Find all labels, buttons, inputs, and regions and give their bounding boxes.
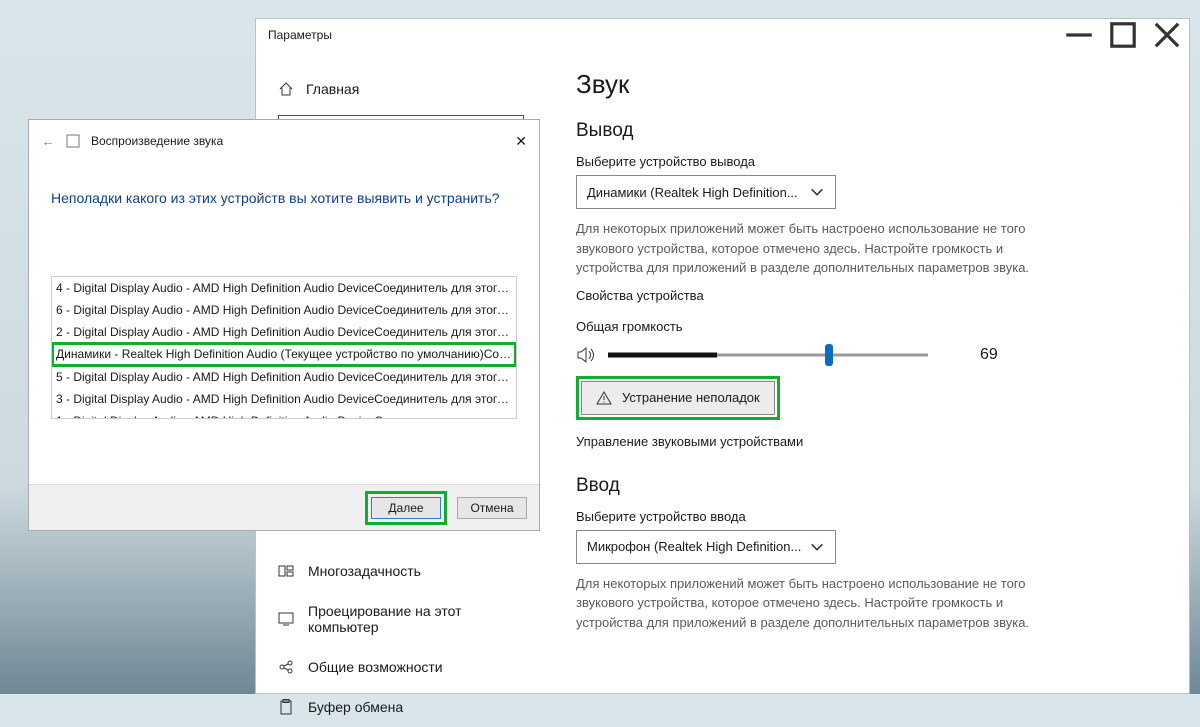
volume-value: 69 <box>980 346 998 364</box>
cancel-button[interactable]: Отмена <box>457 497 527 519</box>
titlebar: Параметры <box>256 19 1189 51</box>
audio-troubleshoot-icon <box>65 133 81 149</box>
close-button[interactable] <box>1145 19 1189 51</box>
back-button[interactable]: ← <box>41 133 55 149</box>
warning-icon <box>596 390 612 406</box>
speaker-icon[interactable] <box>576 345 596 365</box>
slider-thumb[interactable] <box>825 344 833 366</box>
manage-devices-link[interactable]: Управление звуковыми устройствами <box>576 434 1169 449</box>
home-icon <box>278 81 294 97</box>
nav-label: Проецирование на этот компьютер <box>308 603 524 635</box>
input-device-label: Выберите устройство ввода <box>576 509 1169 524</box>
project-icon <box>278 611 294 627</box>
shared-icon <box>278 659 294 675</box>
device-row-selected[interactable]: Динамики - Realtek High Definition Audio… <box>51 342 517 367</box>
sidebar-item-multitask[interactable]: Многозадачность <box>256 551 546 591</box>
next-button-highlight: Далее <box>365 491 447 525</box>
output-desc: Для некоторых приложений может быть наст… <box>576 219 1036 278</box>
multitask-icon <box>278 563 294 579</box>
sidebar-item-project[interactable]: Проецирование на этот компьютер <box>256 591 546 647</box>
window-title: Параметры <box>268 28 332 42</box>
nav-label: Многозадачность <box>308 563 421 579</box>
chevron-down-icon <box>809 539 825 555</box>
wizard-question: Неполадки какого из этих устройств вы хо… <box>51 190 517 206</box>
wizard-footer: Далее Отмена <box>29 484 539 530</box>
troubleshooter-wizard: ← Воспроизведение звука ✕ Неполадки како… <box>28 119 540 531</box>
input-heading: Ввод <box>576 475 1169 497</box>
output-device-label: Выберите устройство вывода <box>576 154 1169 169</box>
input-desc: Для некоторых приложений может быть наст… <box>576 574 1036 633</box>
slider-fill <box>608 352 717 357</box>
content-area: Звук Вывод Выберите устройство вывода Ди… <box>576 69 1169 693</box>
minimize-button[interactable] <box>1057 19 1101 51</box>
volume-slider[interactable] <box>608 344 928 366</box>
next-button[interactable]: Далее <box>371 497 441 519</box>
wizard-header: ← Воспроизведение звука ✕ <box>29 120 539 162</box>
device-list[interactable]: 4 - Digital Display Audio - AMD High Def… <box>51 276 517 419</box>
volume-label: Общая громкость <box>576 319 1169 334</box>
device-row[interactable]: 2 - Digital Display Audio - AMD High Def… <box>52 321 516 343</box>
home-label: Главная <box>306 81 359 97</box>
volume-row: 69 <box>576 344 1169 366</box>
output-heading: Вывод <box>576 120 1169 142</box>
device-row[interactable]: 5 - Digital Display Audio - AMD High Def… <box>52 366 516 388</box>
troubleshoot-highlight: Устранение неполадок <box>576 376 780 420</box>
nav-label: Буфер обмена <box>308 699 403 715</box>
device-row[interactable]: 4 - Digital Display Audio - AMD High Def… <box>52 277 516 299</box>
wizard-title: Воспроизведение звука <box>91 134 223 148</box>
sidebar-item-shared[interactable]: Общие возможности <box>256 647 546 687</box>
device-row[interactable]: 1 - Digital Display Audio - AMD High Def… <box>52 410 516 419</box>
nav-label: Общие возможности <box>308 659 443 675</box>
output-device-value: Динамики (Realtek High Definition... <box>587 185 798 200</box>
device-properties-link[interactable]: Свойства устройства <box>576 288 1169 303</box>
maximize-button[interactable] <box>1101 19 1145 51</box>
device-row[interactable]: 3 - Digital Display Audio - AMD High Def… <box>52 388 516 410</box>
wizard-close-button[interactable]: ✕ <box>515 133 527 150</box>
wizard-body: Неполадки какого из этих устройств вы хо… <box>29 162 539 429</box>
sidebar-item-clipboard[interactable]: Буфер обмена <box>256 687 546 727</box>
input-device-dropdown[interactable]: Микрофон (Realtek High Definition... <box>576 530 836 564</box>
troubleshoot-button[interactable]: Устранение неполадок <box>581 381 775 415</box>
clipboard-icon <box>278 699 294 715</box>
sidebar-item-home[interactable]: Главная <box>256 71 546 107</box>
chevron-down-icon <box>809 184 825 200</box>
window-controls <box>1057 19 1189 51</box>
troubleshoot-label: Устранение неполадок <box>622 390 760 405</box>
output-device-dropdown[interactable]: Динамики (Realtek High Definition... <box>576 175 836 209</box>
input-device-value: Микрофон (Realtek High Definition... <box>587 539 801 554</box>
page-title: Звук <box>576 69 1169 100</box>
device-row[interactable]: 6 - Digital Display Audio - AMD High Def… <box>52 299 516 321</box>
